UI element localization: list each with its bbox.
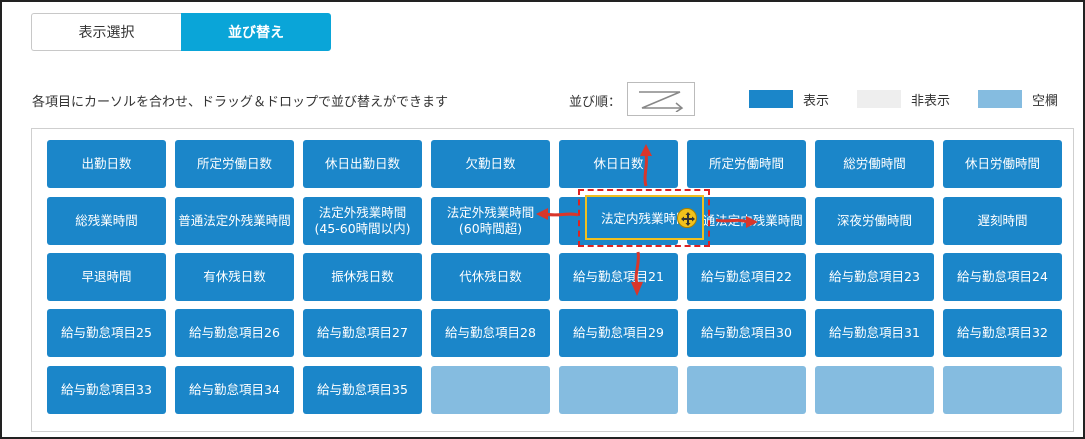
grid-cell-empty bbox=[431, 366, 550, 414]
grid-item[interactable]: 給与勤怠項目30 bbox=[687, 309, 806, 357]
legend-label-shown: 表示 bbox=[803, 93, 830, 109]
grid-item[interactable]: 給与勤怠項目33 bbox=[47, 366, 166, 414]
legend-swatch-hidden bbox=[857, 90, 901, 108]
grid-item[interactable]: 総残業時間 bbox=[47, 197, 166, 245]
grid-item[interactable]: 給与勤怠項目24 bbox=[943, 253, 1062, 301]
arrow-up-icon bbox=[640, 144, 652, 187]
tab-bar: 表示選択 並び替え bbox=[31, 13, 331, 51]
arrow-right-icon bbox=[715, 216, 758, 228]
sort-grid: 出勤日数 所定労働日数 休日出勤日数 欠勤日数 休日日数 所定労働時間 総労働時間 休日労働時… bbox=[31, 128, 1074, 432]
arrow-down-icon bbox=[631, 251, 643, 296]
grid-item[interactable]: 法定外残業時間 (60時間超) bbox=[431, 197, 550, 245]
grid-item[interactable]: 給与勤怠項目27 bbox=[303, 309, 422, 357]
window-frame: 表示選択 並び替え 各項目にカーソルを合わせ、ドラッグ＆ドロップで並び替えができ… bbox=[0, 0, 1085, 439]
legend-hidden: 非表示 bbox=[857, 90, 951, 109]
grid-item[interactable]: 遅刻時間 bbox=[943, 197, 1062, 245]
legend-shown: 表示 bbox=[749, 90, 830, 109]
tab-display-select[interactable]: 表示選択 bbox=[31, 13, 181, 51]
grid-item[interactable]: 出勤日数 bbox=[47, 140, 166, 188]
tab-sort[interactable]: 並び替え bbox=[181, 13, 331, 51]
grid-item[interactable]: 所定労働日数 bbox=[175, 140, 294, 188]
grid-item[interactable]: 給与勤怠項目34 bbox=[175, 366, 294, 414]
grid-item[interactable]: 給与勤怠項目22 bbox=[687, 253, 806, 301]
sort-order-label: 並び順： bbox=[569, 95, 622, 110]
legend-swatch-blank bbox=[978, 90, 1022, 108]
grid-item[interactable]: 給与勤怠項目29 bbox=[559, 309, 678, 357]
grid-cell-empty bbox=[687, 366, 806, 414]
grid-item[interactable]: 給与勤怠項目23 bbox=[815, 253, 934, 301]
move-cursor-icon bbox=[677, 208, 697, 228]
grid-item[interactable]: 給与勤怠項目28 bbox=[431, 309, 550, 357]
grid-item[interactable]: 休日日数 bbox=[559, 140, 678, 188]
z-order-icon bbox=[639, 91, 684, 112]
legend-swatch-shown bbox=[749, 90, 793, 108]
grid-cell-empty bbox=[815, 366, 934, 414]
legend-label-blank: 空欄 bbox=[1032, 93, 1059, 109]
grid-item[interactable]: 振休残日数 bbox=[303, 253, 422, 301]
grid-cell-empty bbox=[559, 366, 678, 414]
grid-item[interactable]: 普通法定外残業時間 bbox=[175, 197, 294, 245]
grid-item[interactable]: 休日労働時間 bbox=[943, 140, 1062, 188]
instruction-text: 各項目にカーソルを合わせ、ドラッグ＆ドロップで並び替えができます bbox=[32, 95, 449, 110]
grid-item[interactable]: 総労働時間 bbox=[815, 140, 934, 188]
grid-item[interactable]: 代休残日数 bbox=[431, 253, 550, 301]
grid-item[interactable]: 深夜労働時間 bbox=[815, 197, 934, 245]
grid-item[interactable]: 給与勤怠項目31 bbox=[815, 309, 934, 357]
grid-item[interactable]: 欠勤日数 bbox=[431, 140, 550, 188]
grid-item[interactable]: 休日出勤日数 bbox=[303, 140, 422, 188]
grid-item[interactable]: 有休残日数 bbox=[175, 253, 294, 301]
grid-item[interactable]: 給与勤怠項目26 bbox=[175, 309, 294, 357]
legend-blank: 空欄 bbox=[978, 90, 1059, 109]
sort-order-toggle[interactable] bbox=[627, 82, 695, 116]
grid-item[interactable]: 法定外残業時間 (45-60時間以内) bbox=[303, 197, 422, 245]
grid-item[interactable]: 早退時間 bbox=[47, 253, 166, 301]
grid-item[interactable]: 給与勤怠項目25 bbox=[47, 309, 166, 357]
arrow-left-icon bbox=[536, 208, 579, 220]
grid-item[interactable]: 給与勤怠項目35 bbox=[303, 366, 422, 414]
grid-cell-empty bbox=[943, 366, 1062, 414]
grid-item[interactable]: 給与勤怠項目21 bbox=[559, 253, 678, 301]
grid-item[interactable]: 給与勤怠項目32 bbox=[943, 309, 1062, 357]
legend-label-hidden: 非表示 bbox=[911, 93, 951, 109]
grid-item[interactable]: 所定労働時間 bbox=[687, 140, 806, 188]
